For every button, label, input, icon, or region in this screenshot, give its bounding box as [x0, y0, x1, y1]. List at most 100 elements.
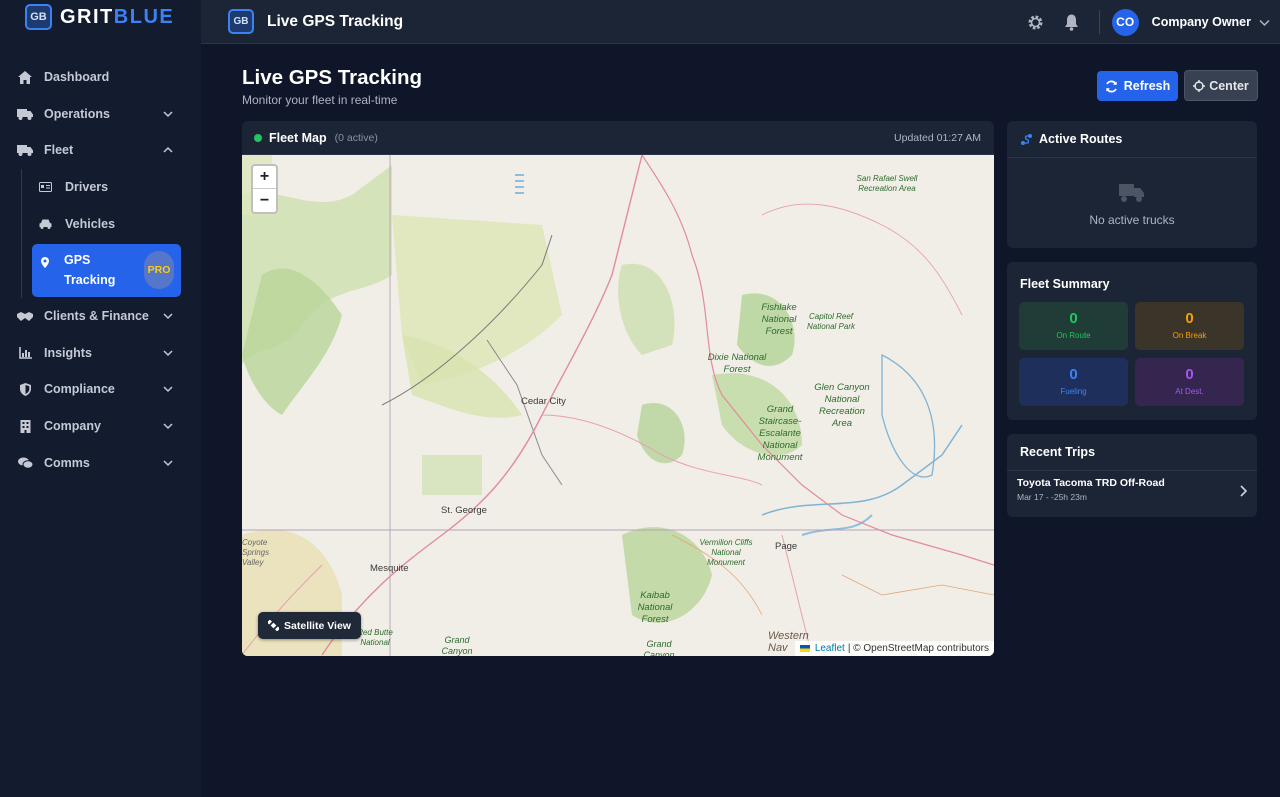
chevron-down-icon [163, 460, 173, 466]
map-place-label: Coyote Springs Valley [242, 538, 270, 567]
empty-state-text: No active trucks [1089, 213, 1175, 227]
map-attribution: Leaflet | © OpenStreetMap contributors [794, 641, 994, 656]
map-area-label: Grand Canyon [643, 639, 675, 656]
sidebar-item-company[interactable]: Company [0, 408, 201, 445]
sidebar-nav: Dashboard Operations Fleet Drivers Vehic… [0, 59, 201, 481]
topbar-divider [1098, 10, 1100, 34]
handshake-icon [17, 309, 33, 323]
route-icon [1021, 133, 1032, 145]
fleet-map-card: Fleet Map (0 active) Updated 01:27 AM Ce… [242, 121, 994, 656]
sidebar-item-dashboard[interactable]: Dashboard [0, 59, 201, 96]
sidebar-item-comms[interactable]: Comms [0, 444, 201, 481]
leaflet-link[interactable]: Leaflet [815, 643, 845, 654]
stat-on-break: 0 On Break [1135, 302, 1244, 350]
trip-meta: Mar 17 - -25h 23m [1017, 492, 1087, 502]
map-header: Fleet Map (0 active) Updated 01:27 AM [242, 121, 994, 155]
recent-trips-title: Recent Trips [1020, 445, 1096, 459]
car-icon [39, 218, 53, 230]
topbar-actions: CO Company Owner [1027, 0, 1280, 44]
top-bar: GB Live GPS Tracking CO Company Owner [201, 0, 1280, 44]
refresh-icon [1105, 80, 1117, 92]
chevron-down-icon [163, 423, 173, 430]
chevron-down-icon [163, 111, 173, 117]
active-routes-header: Active Routes [1007, 121, 1257, 158]
crosshair-icon [1193, 79, 1206, 92]
sidebar-item-insights[interactable]: Insights [0, 335, 201, 372]
shield-icon [17, 382, 33, 396]
chevron-down-icon [163, 386, 173, 393]
brand-badge: GB [25, 4, 52, 30]
recent-trips-panel: Recent Trips Toyota Tacoma TRD Off-Road … [1007, 434, 1257, 517]
ukraine-flag-icon [799, 645, 810, 652]
sidebar-item-fleet[interactable]: Fleet [0, 132, 201, 169]
fleet-submenu: Drivers Vehicles GPS Tracking PRO [0, 168, 201, 298]
sidebar-item-vehicles[interactable]: Vehicles [0, 205, 201, 242]
avatar[interactable]: CO [1111, 8, 1139, 36]
page-title: Live GPS Tracking [242, 66, 423, 89]
page-subtitle: Monitor your fleet in real-time [242, 93, 398, 107]
live-status-dot [254, 133, 262, 142]
map-area-label: Grand Staircase-Escalante National Monum… [757, 404, 803, 463]
satellite-view-button[interactable]: Satellite View [258, 612, 361, 639]
user-name[interactable]: Company Owner [1152, 15, 1251, 29]
map-canvas[interactable]: Cedar City St. George Mesquite Page Coyo… [242, 155, 994, 656]
sidebar-item-drivers[interactable]: Drivers [0, 169, 201, 206]
topbar-title: Live GPS Tracking [267, 12, 404, 30]
chart-icon [17, 346, 33, 360]
map-place-label: Page [775, 541, 798, 552]
zoom-out-button[interactable]: − [253, 189, 276, 212]
sidebar-item-gps-tracking[interactable]: GPS Tracking PRO [32, 243, 181, 297]
active-routes-title: Active Routes [1039, 132, 1123, 146]
zoom-in-button[interactable]: + [253, 166, 276, 189]
chevron-down-icon [163, 350, 173, 356]
map-place-label: Mesquite [370, 563, 409, 574]
chevron-up-icon [163, 147, 173, 154]
brand-logo[interactable]: GB GRITBLUE [0, 0, 201, 34]
sidebar-item-compliance[interactable]: Compliance [0, 371, 201, 408]
home-icon [17, 70, 33, 84]
sidebar-item-operations[interactable]: Operations [0, 96, 201, 133]
bell-icon[interactable] [1063, 13, 1081, 31]
submenu-divider [21, 168, 22, 298]
chat-icon [17, 456, 33, 470]
map-place-label: St. George [441, 505, 487, 516]
stat-fueling: 0 Fueling [1019, 358, 1128, 406]
trip-item[interactable]: Toyota Tacoma TRD Off-Road Mar 17 - -25h… [1017, 477, 1247, 502]
truck-icon [1119, 184, 1144, 202]
stat-on-route: 0 On Route [1019, 302, 1128, 350]
fleet-summary-title: Fleet Summary [1020, 277, 1110, 291]
map-area-label: San Rafael Swell Recreation Area [856, 174, 918, 193]
chevron-down-icon [163, 313, 173, 320]
recent-trips-header: Recent Trips [1007, 434, 1257, 471]
center-button[interactable]: Center [1184, 70, 1258, 101]
satellite-icon [268, 620, 280, 631]
building-icon [17, 419, 33, 433]
sidebar-item-clients-finance[interactable]: Clients & Finance [0, 298, 201, 335]
map-place-label: Cedar City [521, 396, 566, 407]
pro-badge: PRO [144, 251, 174, 290]
gps-label-line2: Tracking [64, 273, 116, 288]
brand-badge-small: GB [228, 9, 254, 34]
map-pin-icon [41, 254, 51, 274]
sidebar: GB GRITBLUE Dashboard Operations Fleet D… [0, 0, 201, 797]
map-area-label: Vermilion Cliffs National Monument [699, 538, 753, 567]
truck-icon [17, 143, 33, 157]
map-title: Fleet Map [269, 130, 327, 145]
map-area-label: Dixie National Forest [707, 352, 767, 375]
refresh-button[interactable]: Refresh [1097, 71, 1178, 101]
map-area-label: Grand Canyon [441, 635, 473, 656]
map-area-label: Kaibab National Forest [637, 590, 673, 625]
brand-name: GRITBLUE [60, 5, 175, 28]
osm-attribution: | © OpenStreetMap contributors [847, 643, 989, 654]
map-area-label: Fishlake National Forest [761, 302, 797, 337]
truck-icon [17, 107, 33, 121]
map-area-label: Capitol Reef National Park [806, 312, 856, 331]
gear-icon[interactable] [1027, 13, 1045, 31]
gps-label-line1: GPS [64, 253, 91, 268]
map-area-label: Glen Canyon National Recreation Area [814, 382, 870, 429]
active-routes-panel: Active Routes No active trucks [1007, 121, 1257, 248]
chevron-down-icon[interactable] [1259, 17, 1270, 28]
chevron-right-icon [1240, 485, 1247, 497]
fleet-summary-panel: Fleet Summary 0 On Route 0 On Break 0 Fu… [1007, 262, 1257, 420]
map-tiles [242, 155, 994, 656]
